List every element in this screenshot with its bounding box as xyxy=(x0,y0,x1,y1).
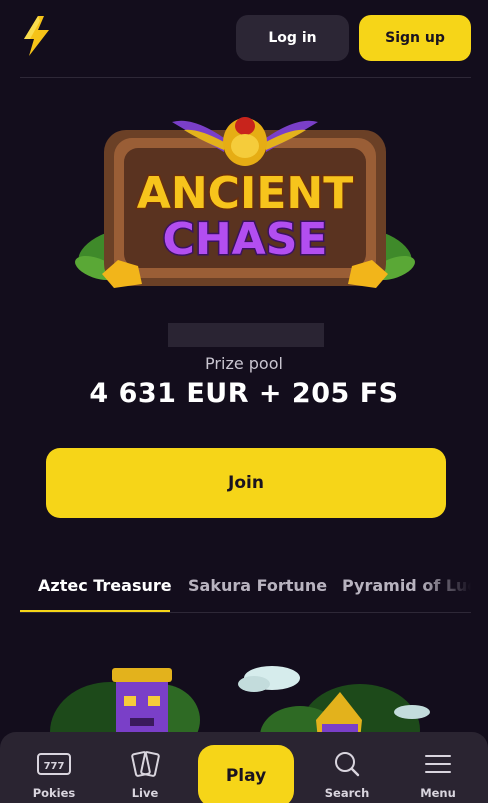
lightning-logo-icon[interactable] xyxy=(20,15,52,57)
menu-icon xyxy=(425,755,451,773)
nav-live-label: Live xyxy=(131,786,159,800)
tournament-tabs: Aztec Treasure Sakura Fortune Pyramid of… xyxy=(20,566,471,613)
nav-pokies[interactable]: 777 Pokies xyxy=(14,732,94,803)
tab-sakura-fortune[interactable]: Sakura Fortune xyxy=(188,566,327,611)
nav-search-label: Search xyxy=(324,786,370,800)
join-button[interactable]: Join xyxy=(46,448,446,518)
nav-pokies-label: Pokies xyxy=(32,786,76,800)
search-icon xyxy=(335,752,360,777)
tabs-fade xyxy=(420,566,471,610)
banner-title-line2: CHASE xyxy=(163,214,328,265)
slot-machine-icon: 777 xyxy=(37,753,71,775)
masked-text-bar xyxy=(168,323,324,347)
tabs-divider xyxy=(20,612,471,613)
prize-pool-label: Prize pool xyxy=(205,354,283,373)
signup-button[interactable]: Sign up xyxy=(359,15,471,61)
ancient-chase-banner: ANCIENT CHASE xyxy=(75,117,415,288)
header-divider xyxy=(20,77,471,78)
nav-live[interactable]: Live xyxy=(105,732,185,803)
prize-pool-value: 4 631 EUR + 205 FS xyxy=(89,378,399,409)
nav-menu[interactable]: Menu xyxy=(398,732,478,803)
nav-search[interactable]: Search xyxy=(307,732,387,803)
nav-menu-label: Menu xyxy=(420,786,456,800)
cards-icon xyxy=(131,751,160,777)
aztec-treasure-scene xyxy=(50,666,430,740)
tab-aztec-treasure[interactable]: Aztec Treasure xyxy=(38,566,172,611)
banner-title-line1: ANCIENT xyxy=(137,168,353,219)
header: Log in Sign up xyxy=(0,0,488,78)
play-button[interactable]: Play xyxy=(198,745,294,803)
login-button[interactable]: Log in xyxy=(236,15,349,61)
svg-text:777: 777 xyxy=(44,761,65,772)
